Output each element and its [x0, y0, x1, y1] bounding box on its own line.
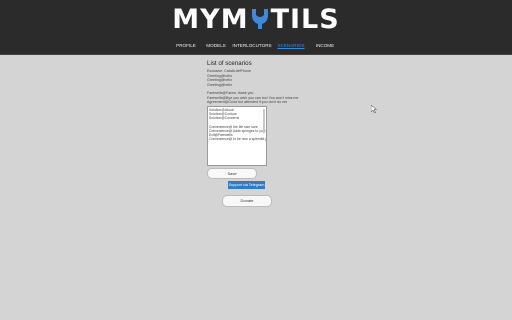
textarea-scrollbar[interactable] — [263, 109, 265, 133]
info-line: Greeting@hello — [207, 82, 233, 87]
nav-item-interlocutors[interactable]: INTERLOCUTORS — [231, 41, 273, 51]
info-block-secondary: Farewells@Farew. thank you Farewells@Bye… — [207, 91, 298, 105]
support-telegram-button[interactable]: Support via Telegram — [228, 181, 265, 189]
nav-item-models[interactable]: MODELS — [201, 41, 231, 51]
info-line: Exclusive: Català defPhone — [207, 69, 251, 73]
scenario-line: Convenience@ to be new a splendid psych. — [209, 137, 266, 142]
save-button[interactable]: Save — [207, 168, 257, 179]
mouse-cursor-icon — [370, 100, 378, 114]
nav-item-scenarios[interactable]: SCENARIOS — [273, 41, 309, 51]
info-block: Exclusive: Català defPhone Greeting@hell… — [207, 69, 251, 87]
scenario-textarea[interactable]: Solution@About Solution@Contour Solution… — [207, 106, 267, 166]
donate-button[interactable]: Donate — [222, 195, 272, 207]
nav-item-profile[interactable]: PROFILE — [171, 41, 201, 51]
info-line: Agreement@Good but attended if you don't… — [207, 100, 288, 105]
top-header: MYM TILS PROFILE MODELS INTERLOCUTORS SC… — [0, 0, 512, 55]
logo-text-left: MYM — [172, 3, 249, 35]
mymutils-logo[interactable]: MYM TILS — [172, 4, 338, 35]
nav-item-income[interactable]: INCOME — [309, 41, 341, 51]
page-title: List of scenarios — [207, 60, 252, 67]
logo-text-right: TILS — [270, 3, 340, 35]
wrench-icon — [250, 7, 270, 31]
main-nav: PROFILE MODELS INTERLOCUTORS SCENARIOS I… — [0, 41, 512, 51]
